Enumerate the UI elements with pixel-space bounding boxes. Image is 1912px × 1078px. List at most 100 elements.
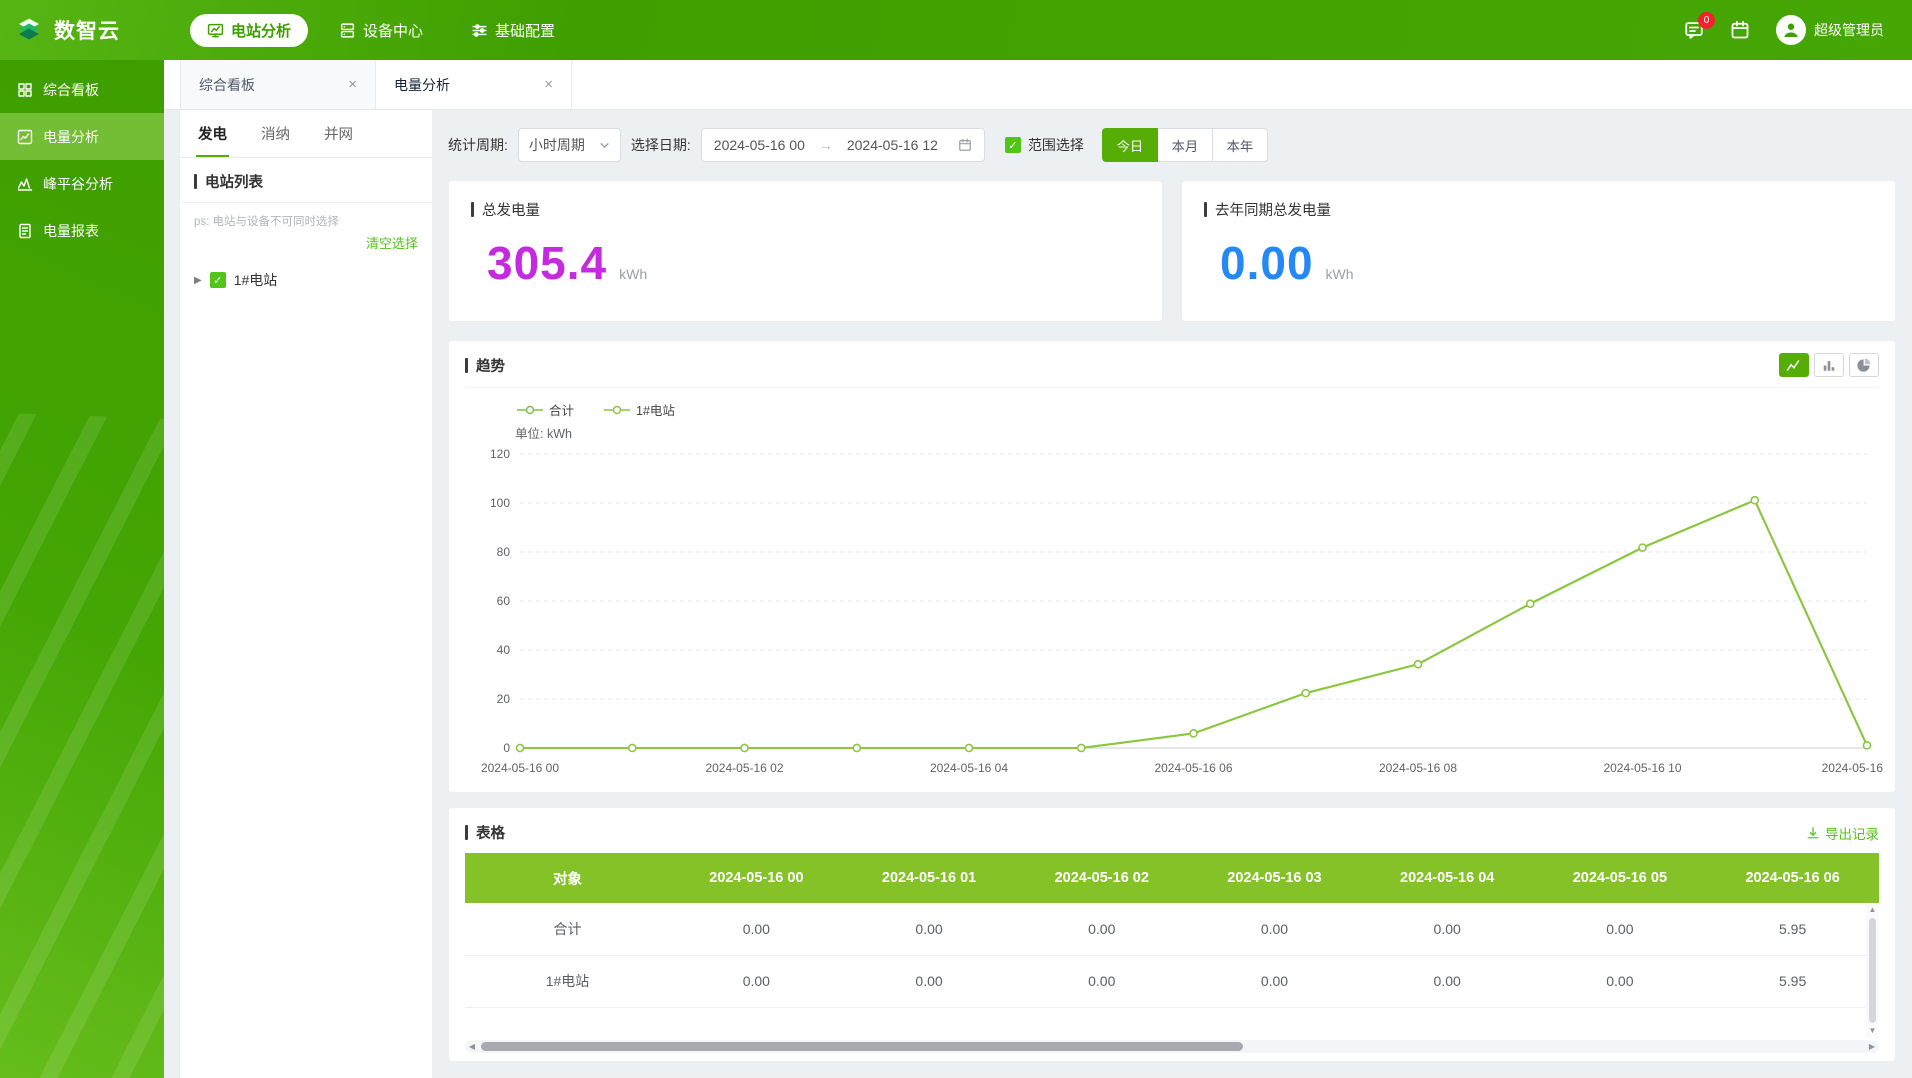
svg-text:2024-05-16 10: 2024-05-16 10 bbox=[1603, 761, 1681, 775]
stat-unit: kWh bbox=[619, 266, 648, 282]
quick-range-button[interactable]: 今日 bbox=[1101, 128, 1158, 162]
station-panel: 发电 消纳 并网 电站列表 ps: 电站与设备不可同时选择 清空选择 ▶ ✓ 1#电站 bbox=[180, 110, 432, 1078]
main-content: 统计周期: 小时周期 选择日期: 2024-05-16 00 → 2024-05… bbox=[448, 110, 1896, 1078]
sidebar-item-label: 综合看板 bbox=[43, 81, 99, 98]
svg-text:120: 120 bbox=[490, 447, 510, 461]
user-menu[interactable]: 超级管理员 bbox=[1776, 15, 1884, 45]
period-select[interactable]: 小时周期 bbox=[517, 128, 621, 162]
chart-toggle-bar[interactable] bbox=[1814, 353, 1844, 377]
station-tree-item[interactable]: ▶ ✓ 1#电站 bbox=[180, 260, 432, 300]
table-cell: 0.00 bbox=[1360, 955, 1534, 1008]
energy-analysis-icon bbox=[17, 129, 33, 145]
close-icon[interactable]: × bbox=[348, 76, 357, 93]
table-cell: 0.00 bbox=[1188, 903, 1361, 956]
base-config-icon bbox=[471, 22, 488, 39]
table-cell: 0.00 bbox=[670, 955, 843, 1008]
horizontal-scroll-track[interactable] bbox=[479, 1042, 1865, 1051]
calendar-button[interactable] bbox=[1730, 20, 1750, 40]
data-table-wrap: 对象 2024-05-16 00 2024-05-16 01 2024-05-16 0… bbox=[465, 853, 1879, 1038]
panel-tab-generation[interactable]: 发电 bbox=[196, 110, 229, 157]
stat-value: 0.00 bbox=[1220, 237, 1314, 289]
clear-selection-link[interactable]: 清空选择 bbox=[366, 236, 418, 251]
table-cell: 0.00 bbox=[1533, 903, 1707, 956]
workspace-tab-dashboard[interactable]: 综合看板 × bbox=[180, 60, 376, 109]
legend-item[interactable]: 1#电站 bbox=[604, 400, 675, 419]
top-nav: 电站分析 设备中心 基础配置 bbox=[190, 13, 1684, 47]
sidebar-item-label: 电量报表 bbox=[43, 222, 99, 239]
legend-marker-icon bbox=[517, 405, 543, 415]
trend-card: 趋势 合计 1#电站 单位: kWh 0 20 40 60 80 100 120 2024-05… bbox=[448, 340, 1896, 793]
period-value: 小时周期 bbox=[528, 137, 585, 153]
range-select-checkbox[interactable]: ✓ 范围选择 bbox=[1004, 135, 1084, 155]
chevron-down-icon bbox=[599, 140, 610, 151]
caret-right-icon[interactable]: ▶ bbox=[194, 275, 202, 286]
filter-bar: 统计周期: 小时周期 选择日期: 2024-05-16 00 → 2024-05… bbox=[448, 128, 1896, 162]
svg-text:80: 80 bbox=[497, 545, 511, 559]
stat-value-row: 0.00 kWh bbox=[1204, 236, 1873, 290]
date-end-value: 2024-05-16 12 bbox=[846, 137, 938, 153]
chart-unit-label: 单位: kWh bbox=[515, 427, 572, 441]
export-records-link[interactable]: 导出记录 bbox=[1806, 823, 1879, 843]
panel-tab-grid[interactable]: 并网 bbox=[322, 110, 355, 157]
stat-card-0: 总发电量 305.4 kWh bbox=[448, 180, 1163, 322]
stat-title-text: 去年同期总发电量 bbox=[1215, 203, 1331, 219]
sidebar-item-peak-valley[interactable]: 峰平谷分析 bbox=[0, 160, 164, 207]
station-checkbox[interactable]: ✓ bbox=[209, 272, 226, 288]
sidebar-item-energy-analysis[interactable]: 电量分析 bbox=[0, 113, 164, 160]
trend-title-text: 趋势 bbox=[476, 358, 505, 375]
range-select-label: 范围选择 bbox=[1027, 137, 1084, 153]
stat-value-row: 305.4 kWh bbox=[471, 236, 1140, 290]
period-label: 统计周期: bbox=[448, 137, 508, 153]
dashboard-icon bbox=[17, 82, 33, 98]
checkbox-check-icon: ✓ bbox=[1004, 137, 1021, 153]
title-bar-mark bbox=[471, 202, 474, 217]
vertical-scroll-thumb[interactable] bbox=[1869, 918, 1876, 1023]
chart-toggle-pie[interactable] bbox=[1849, 353, 1879, 377]
line-chart-icon bbox=[1786, 359, 1802, 372]
table-column-header: 2024-05-16 04 bbox=[1360, 853, 1534, 903]
legend-item[interactable]: 合计 bbox=[517, 400, 574, 419]
legend-label: 1#电站 bbox=[636, 404, 675, 418]
legend-marker-icon bbox=[604, 405, 631, 415]
scroll-down-icon[interactable]: ▼ bbox=[1869, 1024, 1877, 1038]
avatar bbox=[1776, 15, 1806, 45]
vertical-scrollbar[interactable]: ▲ ▼ bbox=[1866, 903, 1879, 1038]
close-icon[interactable]: × bbox=[544, 76, 553, 93]
quick-range-button[interactable]: 本月 bbox=[1156, 128, 1213, 162]
svg-text:100: 100 bbox=[490, 496, 510, 510]
scroll-left-icon[interactable]: ◀ bbox=[465, 1042, 479, 1051]
date-range-input[interactable]: 2024-05-16 00 → 2024-05-16 12 bbox=[700, 128, 985, 162]
header-actions: 0 超级管理员 bbox=[1684, 12, 1884, 45]
nav-item-base-config[interactable]: 基础配置 bbox=[454, 14, 572, 47]
stat-title: 总发电量 bbox=[471, 199, 1140, 220]
workspace-tab-energy-analysis[interactable]: 电量分析 × bbox=[376, 60, 572, 109]
horizontal-scroll-thumb[interactable] bbox=[481, 1042, 1244, 1051]
scroll-right-icon[interactable]: ▶ bbox=[1865, 1042, 1879, 1051]
nav-item-station-analysis[interactable]: 电站分析 bbox=[190, 13, 309, 47]
messages-button[interactable]: 0 bbox=[1684, 12, 1715, 40]
table-title: 表格 bbox=[465, 822, 505, 843]
table-cell: 0.00 bbox=[842, 903, 1016, 956]
svg-text:2024-05-16 06: 2024-05-16 06 bbox=[1154, 761, 1232, 775]
chart-toggle-line[interactable] bbox=[1779, 353, 1809, 377]
table-cell: 0.00 bbox=[1533, 955, 1707, 1008]
workspace-tab-label: 电量分析 bbox=[394, 76, 450, 93]
quick-range-group: 今日 本月 本年 bbox=[1101, 128, 1268, 162]
sidebar-item-label: 电量分析 bbox=[43, 128, 99, 145]
table-column-header: 2024-05-16 05 bbox=[1533, 853, 1707, 903]
logo-icon bbox=[14, 15, 46, 45]
scroll-up-icon[interactable]: ▲ bbox=[1869, 903, 1877, 917]
message-badge: 0 bbox=[1698, 12, 1715, 29]
sidebar-item-energy-report[interactable]: 电量报表 bbox=[0, 207, 164, 254]
nav-item-device-center[interactable]: 设备中心 bbox=[322, 14, 440, 47]
sidebar-item-dashboard[interactable]: 综合看板 bbox=[0, 66, 164, 113]
chart-type-toggles bbox=[1779, 353, 1879, 377]
quick-range-button[interactable]: 本年 bbox=[1211, 128, 1268, 162]
horizontal-scrollbar[interactable]: ◀ ▶ bbox=[465, 1040, 1879, 1053]
table-cell: 0.00 bbox=[1360, 903, 1534, 956]
table-cell: 0.00 bbox=[842, 955, 1016, 1008]
workspace-tab-strip: 综合看板 × 电量分析 × bbox=[164, 60, 1912, 110]
nav-label: 基础配置 bbox=[495, 22, 556, 40]
panel-tab-consumption[interactable]: 消纳 bbox=[259, 110, 292, 157]
stat-cards: 总发电量 305.4 kWh 去年同期总发电量 0.00 kWh bbox=[448, 180, 1896, 322]
